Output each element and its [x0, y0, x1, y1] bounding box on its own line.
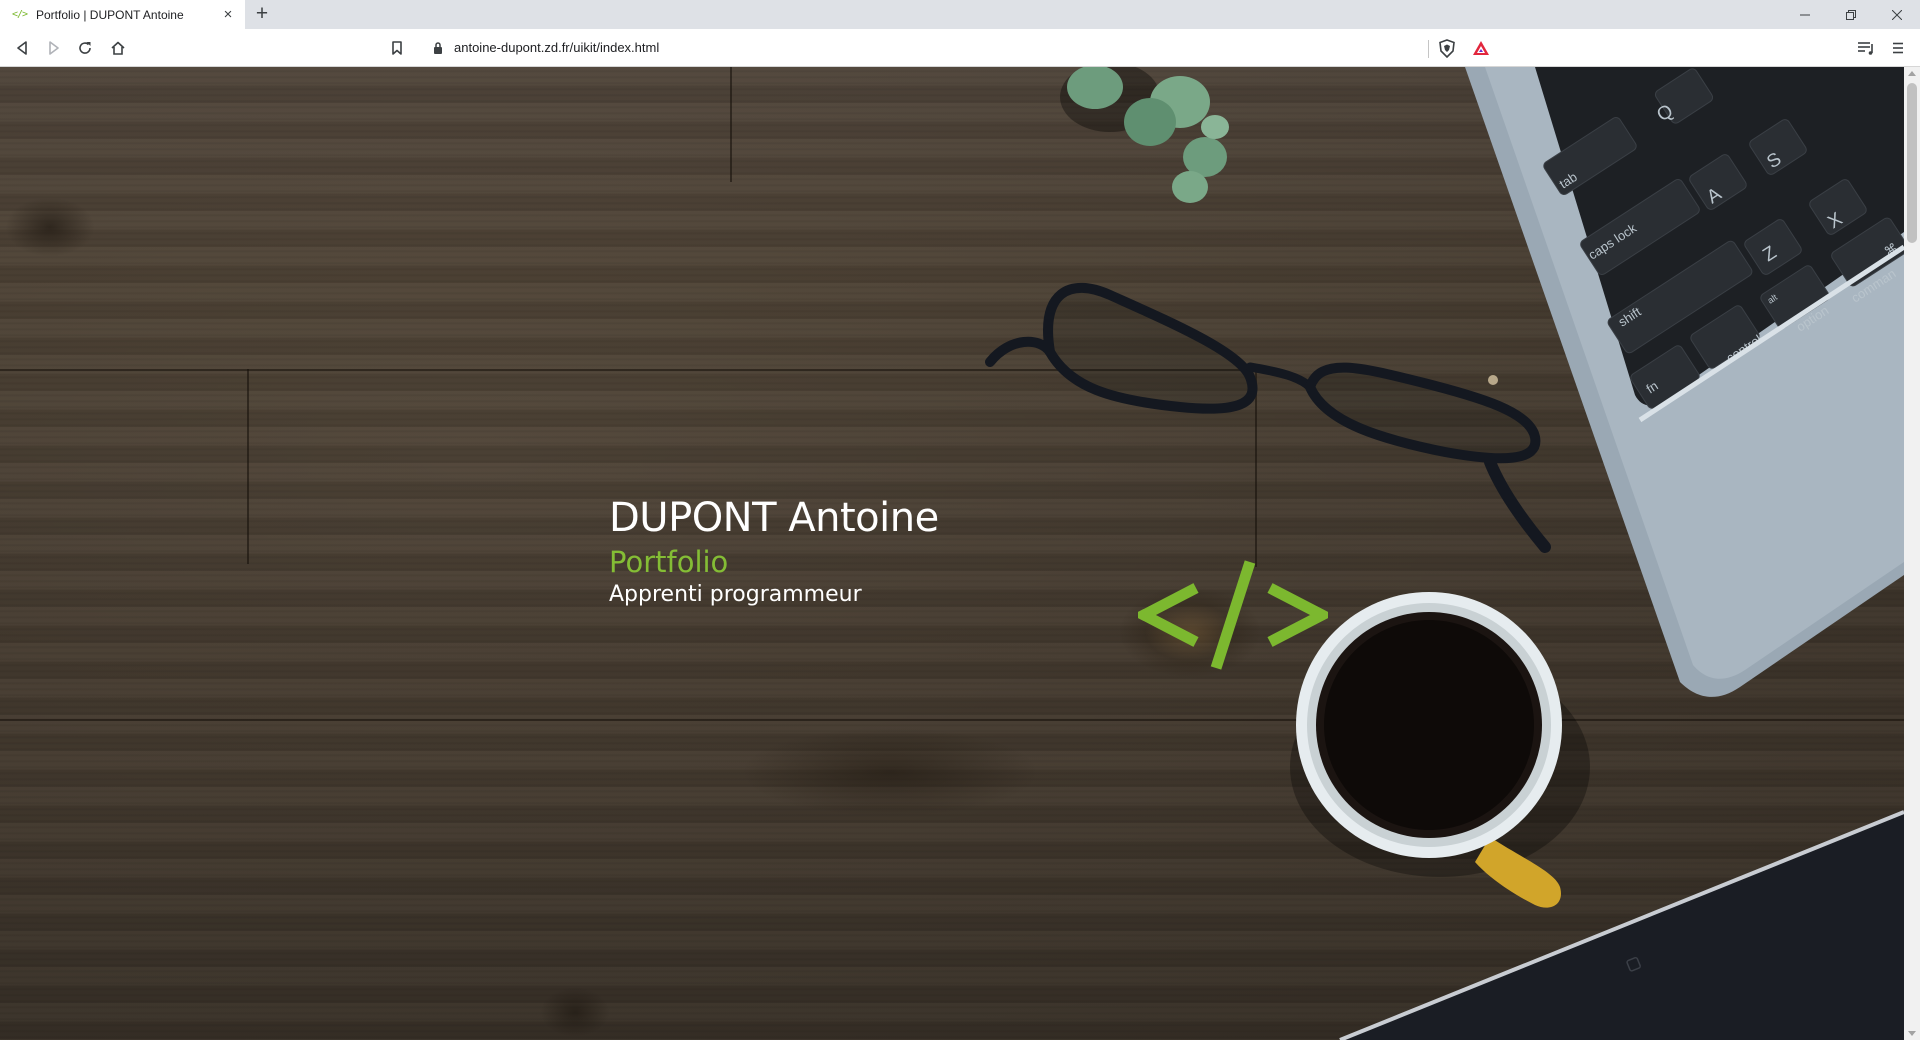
restore-button[interactable] [1828, 0, 1874, 29]
new-tab-button[interactable]: + [250, 3, 274, 27]
desk-photo: tab caps lock shift fn control option al… [985, 67, 1904, 1040]
minimize-icon [1800, 14, 1810, 15]
close-icon [1892, 9, 1902, 20]
browser-toolbar: antoine-dupont.zd.fr/uikit/index.html [0, 29, 1920, 67]
coffee-cup [1290, 592, 1590, 908]
reload-icon [79, 42, 91, 54]
brave-shield-button[interactable] [1438, 39, 1456, 63]
home-button[interactable] [106, 36, 130, 60]
page-subtitle: Portfolio [609, 545, 729, 579]
succulent-plant [1060, 67, 1229, 203]
back-button[interactable] [10, 36, 34, 60]
close-window-button[interactable] [1874, 0, 1920, 29]
address-bar[interactable]: antoine-dupont.zd.fr/uikit/index.html [420, 34, 1500, 62]
tab-close-icon[interactable]: × [219, 7, 237, 22]
hero-text-block: DUPONT Antoine Portfolio Apprenti progra… [609, 494, 939, 610]
job-title: Apprenti programmeur [609, 582, 862, 607]
bookmark-icon [392, 41, 402, 55]
brave-rewards-button[interactable] [1472, 40, 1490, 61]
playlist-icon [1858, 42, 1873, 55]
brave-rewards-icon [1473, 41, 1489, 55]
address-bar-divider [1428, 40, 1429, 58]
restore-icon [1846, 9, 1856, 20]
scroll-down-icon[interactable] [1904, 1026, 1920, 1040]
code-favicon-icon: </> [12, 9, 28, 20]
tab-title: Portfolio | DUPONT Antoine [36, 7, 184, 22]
forward-button[interactable] [42, 36, 66, 60]
url-text[interactable]: antoine-dupont.zd.fr/uikit/index.html [454, 40, 659, 55]
scroll-up-icon[interactable] [1904, 67, 1920, 81]
reload-button[interactable] [73, 36, 97, 60]
browser-tab[interactable]: </> Portfolio | DUPONT Antoine × [0, 0, 245, 29]
back-icon [17, 41, 27, 55]
brave-shield-icon [1439, 39, 1455, 59]
menu-icon [1893, 42, 1903, 54]
page-title: DUPONT Antoine [609, 495, 939, 541]
home-icon [111, 41, 125, 55]
menu-button[interactable] [1886, 36, 1910, 60]
tab-strip: </> Portfolio | DUPONT Antoine × + [0, 0, 1920, 29]
code-brackets-icon [1138, 560, 1328, 670]
scrollbar-thumb[interactable] [1907, 83, 1917, 243]
hero-section: tab caps lock shift fn control option al… [0, 67, 1904, 1040]
forward-icon [49, 41, 59, 55]
bookmark-button[interactable] [385, 36, 409, 60]
playlist-button[interactable] [1854, 36, 1878, 60]
laptop: tab caps lock shift fn control option al… [1465, 67, 1904, 697]
page-scrollbar[interactable] [1904, 67, 1920, 1040]
eyeglasses [985, 282, 1551, 553]
lock-icon [434, 42, 442, 54]
minimize-button[interactable] [1782, 0, 1828, 29]
